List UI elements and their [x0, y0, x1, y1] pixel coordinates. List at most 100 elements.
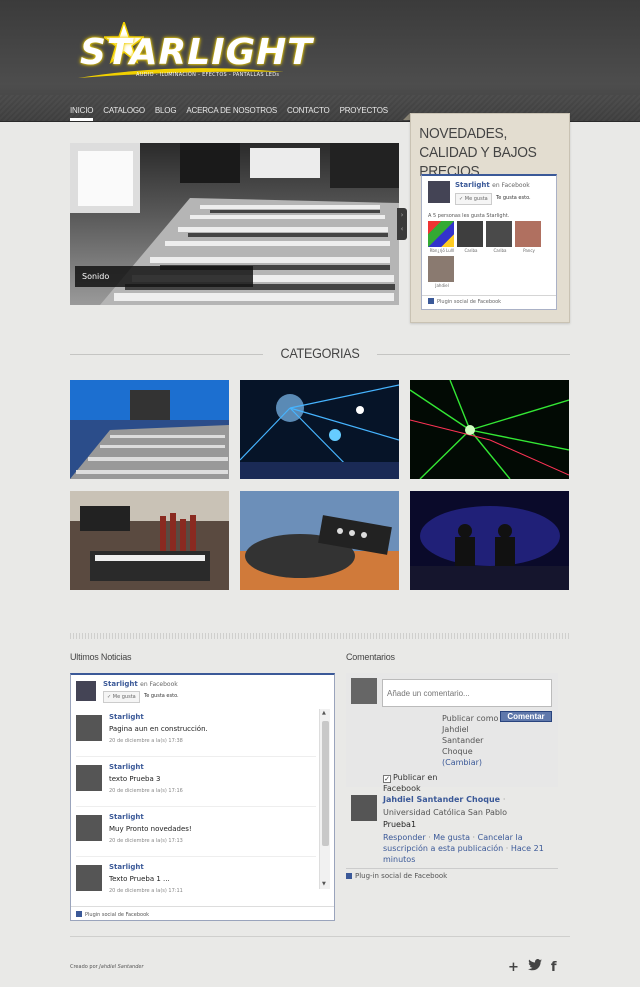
fb-page-name[interactable]: Starlight en Facebook: [103, 680, 178, 688]
fb-like-button[interactable]: ✓ Me gusta: [455, 193, 492, 205]
fb-page-avatar[interactable]: [76, 681, 96, 701]
fb-plugin-link[interactable]: Plugin social de Facebook: [71, 906, 334, 920]
like-link[interactable]: Me gusta: [433, 833, 470, 842]
scroll-down-icon[interactable]: ▼: [322, 881, 326, 887]
news-scrollbar[interactable]: ▲ ▼: [319, 709, 330, 889]
categories-rule-left: [70, 354, 263, 355]
facebook-icon: [428, 298, 434, 304]
news-feed-header: Starlight en Facebook ✓ Me gusta Te gust…: [76, 679, 326, 709]
fb-liked-text: Te gusta esto.: [496, 195, 531, 201]
publish-facebook-checkbox[interactable]: ✓ Publicar en Facebook: [383, 772, 453, 794]
category-tile-eventos[interactable]: [410, 491, 569, 590]
news-avatar: [76, 715, 102, 741]
scroll-up-icon[interactable]: ▲: [322, 710, 326, 716]
comments-title: Comentarios: [346, 652, 395, 662]
fb-face[interactable]: Jahdiel: [428, 256, 456, 288]
slide-caption: Sonido: [75, 266, 253, 287]
news-item[interactable]: Starlight texto Prueba 3 20 de diciembre…: [76, 763, 316, 807]
commenter-avatar[interactable]: [351, 795, 377, 821]
facebook-icon: [76, 911, 82, 917]
fb-face[interactable]: Pancy: [515, 221, 543, 253]
news-text: Texto Prueba 1 ...: [109, 875, 170, 883]
fb-plugin-link[interactable]: Plug-in social de Facebook: [346, 868, 558, 880]
categories-rule-right: [377, 354, 570, 355]
category-image: [70, 380, 229, 479]
news-item[interactable]: Starlight Muy Pronto novedades! 20 de di…: [76, 813, 316, 857]
commenter-affiliation: Universidad Católica San Pablo: [383, 808, 508, 817]
fb-face[interactable]: Cariba: [457, 221, 485, 253]
fb-plugin-link[interactable]: Plugin social de Facebook: [428, 298, 501, 305]
social-links: + f: [508, 959, 557, 976]
nav-acerca[interactable]: ACERCA DE NOSOTROS: [186, 106, 277, 115]
category-image: [410, 491, 569, 590]
news-text: texto Prueba 3: [109, 775, 161, 783]
fb-divider: [422, 295, 556, 296]
category-tile-efectos[interactable]: [240, 380, 399, 479]
news-date[interactable]: 20 de diciembre a la(s) 17:13: [109, 838, 183, 844]
news-author[interactable]: Starlight: [109, 763, 144, 771]
facebook-icon[interactable]: f: [551, 960, 557, 976]
publish-as: Publicar como Jahdiel Santander Choque (…: [442, 714, 499, 767]
news-item[interactable]: Starlight Pagina aun en construcción. 20…: [76, 713, 316, 757]
news-avatar: [76, 815, 102, 841]
news-title: Ultimos Noticias: [70, 652, 132, 662]
news-author[interactable]: Starlight: [109, 863, 144, 871]
news-text: Pagina aun en construcción.: [109, 725, 208, 733]
news-item[interactable]: Starlight Texto Prueba 1 ... 20 de dicie…: [76, 863, 316, 895]
site-header: STARLIGHT AUDIO - ILUMINACIÓN - EFECTOS …: [0, 0, 640, 122]
twitter-icon[interactable]: [527, 959, 542, 976]
nav-contacto[interactable]: CONTACTO: [287, 106, 330, 115]
sidebar-title: NOVEDADES, CALIDAD Y BAJOS PRECIOS: [419, 125, 537, 180]
fb-page-avatar[interactable]: [428, 181, 450, 203]
category-tile-sonido[interactable]: [70, 380, 229, 479]
fb-page-name[interactable]: Starlight en Facebook: [455, 181, 530, 189]
fb-faces: Rbn¿rjö Luñl Cariba Cariba Pancy Jahdiel: [428, 221, 543, 288]
news-author[interactable]: Starlight: [109, 813, 144, 821]
category-tile-laser[interactable]: [410, 380, 569, 479]
news-text: Muy Pronto novedades!: [109, 825, 192, 833]
news-date[interactable]: 20 de diciembre a la(s) 17:16: [109, 788, 183, 794]
reply-link[interactable]: Responder: [383, 833, 426, 842]
slider-next-button[interactable]: ›: [397, 208, 407, 222]
comment-input[interactable]: [382, 679, 552, 707]
category-tile-equipos[interactable]: [240, 491, 399, 590]
hero-slider[interactable]: Sonido: [70, 143, 399, 305]
logo-text: STARLIGHT: [80, 32, 313, 73]
category-tile-instrumentos[interactable]: [70, 491, 229, 590]
nav-catalogo[interactable]: CATALOGO: [103, 106, 145, 115]
fb-liked-text: Te gusta esto.: [144, 693, 179, 699]
nav-proyectos[interactable]: PROYECTOS: [340, 106, 388, 115]
nav-blog[interactable]: BLOG: [155, 106, 177, 115]
scroll-thumb[interactable]: [322, 721, 329, 846]
nav-inicio[interactable]: INICIO: [70, 106, 94, 121]
checkbox-checked-icon[interactable]: ✓: [383, 775, 391, 783]
news-avatar: [76, 765, 102, 791]
user-avatar: [351, 678, 377, 704]
news-author[interactable]: Starlight: [109, 713, 144, 721]
news-feed-box: Starlight en Facebook ✓ Me gusta Te gust…: [70, 673, 335, 921]
fb-like-count: A 5 personas les gusta Starlight.: [428, 213, 510, 219]
category-image: [410, 380, 569, 479]
google-plus-icon[interactable]: +: [508, 960, 519, 976]
author-link[interactable]: Jahdiel Santander: [99, 964, 143, 970]
news-date[interactable]: 20 de diciembre a la(s) 17:38: [109, 738, 183, 744]
categories-title: CATEGORIAS: [280, 345, 360, 361]
news-avatar: [76, 865, 102, 891]
fb-like-button[interactable]: ✓ Me gusta: [103, 691, 140, 703]
change-account-link[interactable]: (Cambiar): [442, 758, 482, 767]
fb-face[interactable]: Cariba: [486, 221, 514, 253]
commenter-name[interactable]: Jahdiel Santander Choque ·: [383, 795, 505, 804]
comment-composer: Publicar como Jahdiel Santander Choque (…: [346, 673, 558, 793]
news-date[interactable]: 20 de diciembre a la(s) 17:11: [109, 888, 183, 894]
news-list[interactable]: Starlight Pagina aun en construcción. 20…: [71, 709, 321, 895]
sidebar-fold: [403, 113, 410, 120]
fb-like-box: Starlight en Facebook ✓ Me gusta Te gust…: [421, 174, 557, 310]
facebook-icon: [346, 873, 352, 879]
comment-entry: Jahdiel Santander Choque · Universidad C…: [346, 793, 558, 871]
site-logo[interactable]: STARLIGHT AUDIO - ILUMINACIÓN - EFECTOS …: [76, 22, 312, 84]
category-image: [240, 380, 399, 479]
slider-prev-button[interactable]: ‹: [397, 222, 407, 236]
fb-face[interactable]: Rbn¿rjö Luñl: [428, 221, 456, 253]
category-image: [240, 491, 399, 590]
comment-submit-button[interactable]: Comentar: [500, 711, 552, 722]
